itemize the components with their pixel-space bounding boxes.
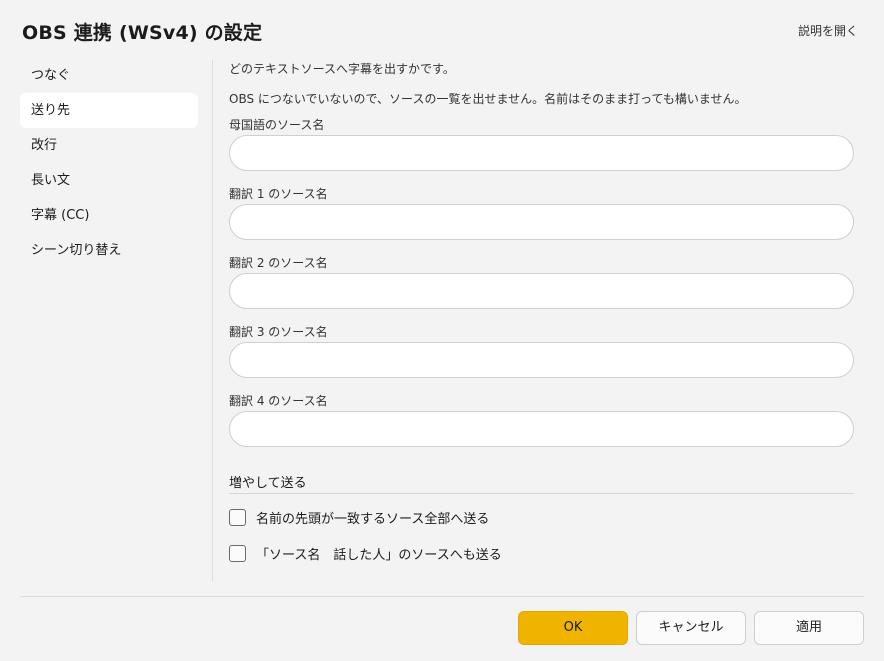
- speaker-source-label: 「ソース名 話した人」のソースへも送る: [256, 548, 502, 563]
- sidebar-item-long-text[interactable]: 長い文: [20, 163, 198, 198]
- field-label-translation-3: 翻訳 3 のソース名: [229, 325, 328, 339]
- translation-4-source-input[interactable]: [229, 411, 854, 447]
- prefix-match-label: 名前の先頭が一致するソース全部へ送る: [256, 512, 490, 527]
- sidebar-item-captions[interactable]: 字幕 (CC): [20, 198, 198, 233]
- sidebar-item-destination[interactable]: 送り先: [20, 93, 198, 128]
- field-label-translation-4: 翻訳 4 のソース名: [229, 394, 328, 408]
- help-link[interactable]: 説明を開く: [798, 22, 858, 39]
- field-label-translation-1: 翻訳 1 のソース名: [229, 187, 328, 201]
- ok-button[interactable]: OK: [518, 611, 628, 645]
- section-divider: [229, 493, 854, 494]
- cancel-button[interactable]: キャンセル: [636, 611, 746, 645]
- speaker-source-option[interactable]: 「ソース名 話した人」のソースへも送る: [229, 544, 502, 563]
- apply-button[interactable]: 適用: [754, 611, 864, 645]
- translation-1-source-input[interactable]: [229, 204, 854, 240]
- field-label-translation-2: 翻訳 2 のソース名: [229, 256, 328, 270]
- speaker-source-checkbox[interactable]: [229, 545, 246, 562]
- page-title: OBS 連携 (WSv4) の設定: [22, 22, 263, 44]
- field-label-native: 母国語のソース名: [229, 118, 325, 132]
- translation-2-source-input[interactable]: [229, 273, 854, 309]
- translation-3-source-input[interactable]: [229, 342, 854, 378]
- prefix-match-option[interactable]: 名前の先頭が一致するソース全部へ送る: [229, 508, 489, 527]
- sidebar-item-line-break[interactable]: 改行: [20, 128, 198, 163]
- prefix-match-checkbox[interactable]: [229, 509, 246, 526]
- sidebar-divider: [212, 60, 213, 581]
- footer-divider: [20, 596, 864, 597]
- sidebar: つなぐ 送り先 改行 長い文 字幕 (CC) シーン切り替え: [20, 58, 198, 268]
- native-source-input[interactable]: [229, 135, 854, 171]
- sidebar-item-scene-switch[interactable]: シーン切り替え: [20, 233, 198, 268]
- sidebar-item-connect[interactable]: つなぐ: [20, 58, 198, 93]
- connection-note: OBS につないでいないので、ソースの一覧を出せません。名前はそのまま打っても構…: [229, 92, 747, 106]
- description-text: どのテキストソースへ字幕を出すかです。: [229, 62, 455, 76]
- section-title: 増やして送る: [229, 476, 307, 491]
